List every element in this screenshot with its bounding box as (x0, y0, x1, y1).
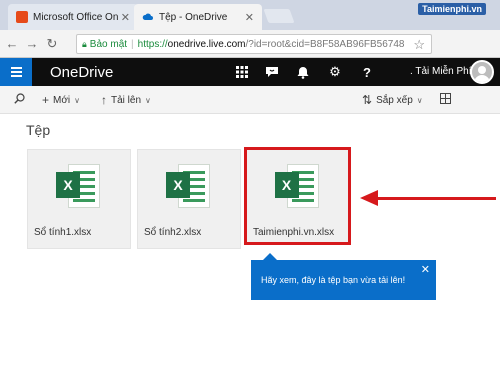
upload-label: Tải lên (111, 94, 142, 106)
onedrive-cloud-icon (142, 13, 153, 20)
excel-file-icon: X (166, 162, 212, 210)
lock-icon: 🔒︎ (82, 38, 87, 49)
upload-button[interactable]: ↑ Tải lên ∨ (101, 93, 151, 107)
file-thumbnail: X (28, 150, 130, 222)
chevron-down-icon: ∨ (416, 95, 423, 105)
tab-title: Microsoft Office Online (33, 11, 118, 23)
back-icon[interactable]: ← (4, 36, 20, 51)
chevron-down-icon: ∨ (145, 95, 151, 105)
upload-arrow-icon: ↑ (101, 93, 107, 107)
sort-icon: ⇅ (362, 93, 373, 107)
url-host: onedrive.live.com (167, 38, 246, 50)
office-icon (16, 11, 28, 23)
close-icon[interactable]: ✕ (121, 11, 130, 24)
pointer-arrow (376, 197, 496, 200)
app-grid-icon[interactable] (229, 58, 255, 86)
bookmark-star-icon[interactable]: ☆ (413, 37, 425, 53)
security-label: Bảo mật (89, 38, 128, 50)
search-button[interactable] (14, 93, 25, 104)
notification-bell-icon[interactable] (290, 58, 316, 86)
file-tile[interactable]: X Sổ tính1.xlsx (27, 149, 131, 249)
address-bar[interactable]: 🔒︎ Bảo mật | https:// onedrive.live.com … (76, 34, 432, 54)
file-tile[interactable]: X Sổ tính2.xlsx (137, 149, 241, 249)
plus-icon: + (42, 93, 50, 107)
new-button[interactable]: + Mới ∨ (42, 93, 80, 107)
app-title[interactable]: OneDrive (50, 64, 113, 81)
close-icon[interactable]: ✕ (245, 11, 254, 24)
grid-view-icon (440, 93, 451, 104)
highlight-box (244, 147, 351, 245)
search-icon (14, 93, 25, 104)
file-name: Sổ tính1.xlsx (34, 227, 92, 238)
forward-icon[interactable]: → (24, 36, 40, 51)
close-icon[interactable]: ✕ (421, 263, 430, 276)
browser-tab-onedrive[interactable]: Tệp - OneDrive ✕ (134, 4, 262, 30)
skype-chat-icon[interactable] (259, 58, 285, 86)
page-title: Tệp (26, 122, 51, 138)
user-name[interactable]: . Tải Miễn Phí (410, 66, 472, 77)
new-label: Mới (53, 94, 71, 106)
brand-watermark: Taimienphi.vn (418, 3, 486, 15)
reload-icon[interactable]: ↻ (44, 36, 60, 52)
sort-button[interactable]: ⇅ Sắp xếp ∨ (362, 93, 423, 107)
avatar[interactable] (470, 60, 494, 84)
upload-callout: Hãy xem, đây là tệp bạn vừa tải lên! ✕ (251, 253, 436, 300)
view-toggle-button[interactable] (440, 93, 451, 104)
url-scheme: https:// (137, 38, 168, 50)
browser-tab-strip: Microsoft Office Online ✕ Tệp - OneDrive… (0, 0, 500, 30)
divider: | (131, 38, 134, 50)
browser-tab-office[interactable]: Microsoft Office Online ✕ (8, 4, 138, 30)
excel-file-icon: X (56, 162, 102, 210)
help-icon[interactable]: ? (354, 58, 380, 86)
chevron-down-icon: ∨ (74, 95, 80, 105)
command-bar: + Mới ∨ ↑ Tải lên ∨ ⇅ Sắp xếp ∨ (0, 86, 500, 114)
file-thumbnail: X (138, 150, 240, 222)
sort-label: Sắp xếp (376, 94, 413, 106)
url-path: /?id=root&cid=B8F58AB96FB56748 (245, 38, 405, 50)
settings-gear-icon[interactable]: ⚙ (322, 58, 348, 86)
callout-text: Hãy xem, đây là tệp bạn vừa tải lên! (261, 275, 406, 285)
tab-title: Tệp - OneDrive (159, 11, 228, 23)
file-name: Sổ tính2.xlsx (144, 227, 202, 238)
browser-toolbar: ← → ↻ 🔒︎ Bảo mật | https:// onedrive.liv… (0, 30, 500, 80)
arrow-head-icon (360, 190, 378, 206)
new-tab-button[interactable] (263, 9, 295, 23)
hamburger-menu-icon[interactable] (0, 58, 32, 86)
